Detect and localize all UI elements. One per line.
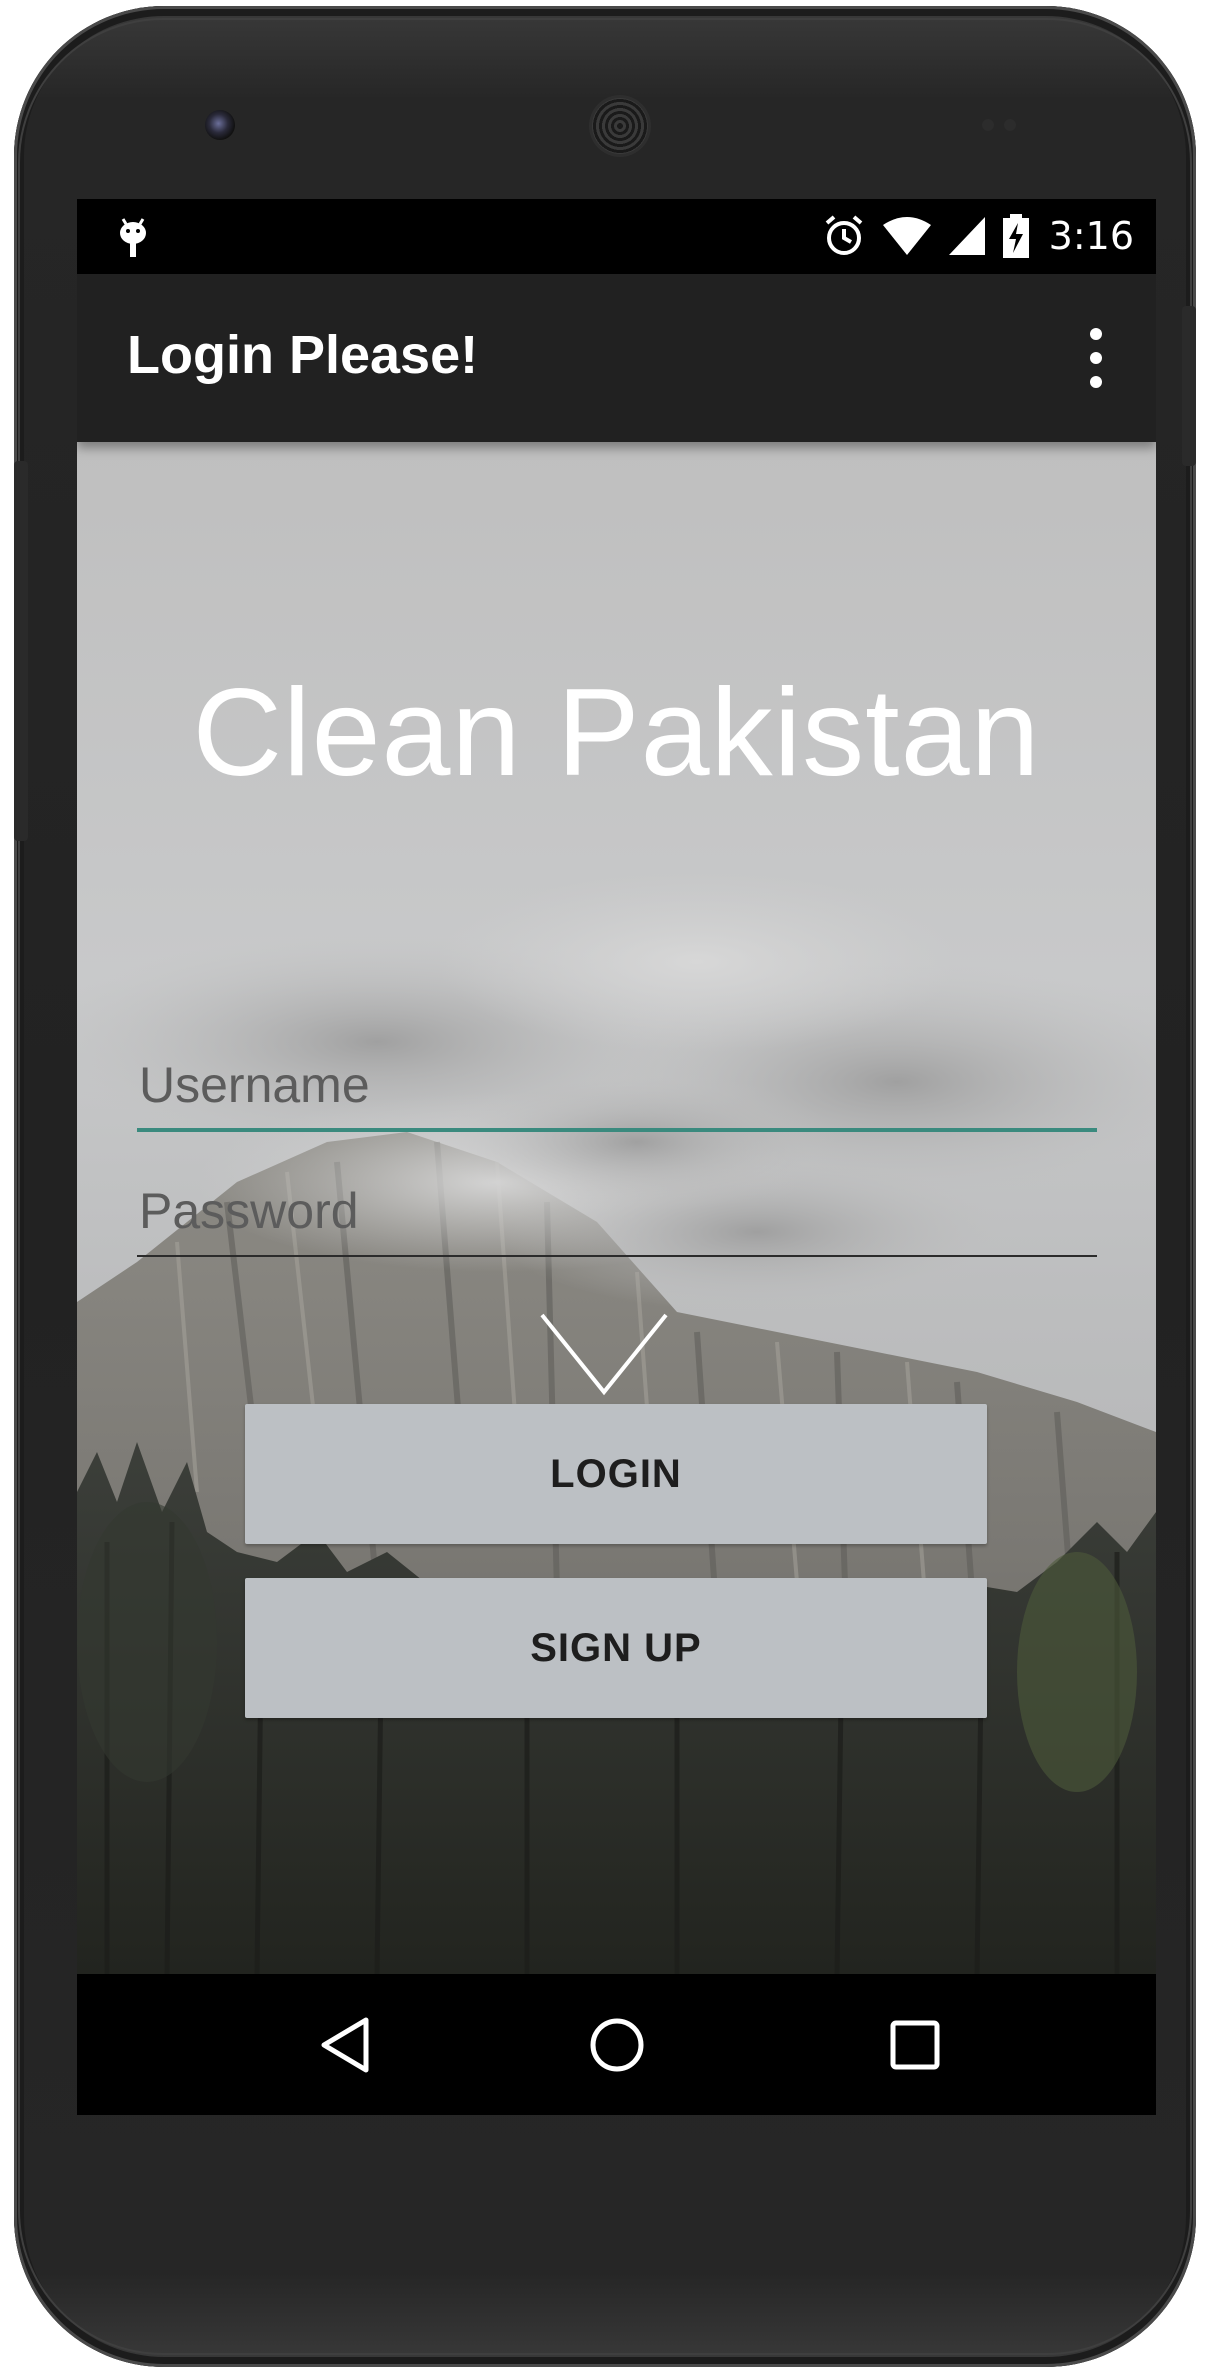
- screen: 3:16 Login Please! Clean Pakistan Userna…: [77, 199, 1156, 2115]
- front-camera: [205, 110, 235, 140]
- alarm-icon: [825, 215, 862, 255]
- volume-button: [14, 461, 28, 841]
- home-icon[interactable]: [582, 2010, 652, 2080]
- recents-icon[interactable]: [880, 2010, 950, 2080]
- phone-frame: 3:16 Login Please! Clean Pakistan Userna…: [14, 6, 1196, 2367]
- login-content: Clean Pakistan LOGIN SIGN UP: [77, 442, 1156, 1974]
- navigation-bar: [77, 1974, 1156, 2115]
- earpiece-speaker: [592, 98, 648, 154]
- back-icon[interactable]: [312, 2010, 382, 2080]
- more-vert-icon[interactable]: [1076, 328, 1116, 388]
- app-bar: Login Please!: [77, 274, 1156, 442]
- battery-charging-icon: [1002, 214, 1029, 258]
- signal-icon: [948, 217, 985, 255]
- power-button: [1182, 306, 1196, 466]
- android-icon: [120, 218, 146, 257]
- sign-up-button[interactable]: SIGN UP: [245, 1578, 987, 1718]
- password-field[interactable]: [137, 1167, 1097, 1257]
- status-icons: 3:16: [821, 211, 1134, 261]
- clock: 3:16: [1048, 214, 1134, 258]
- app-heading: Clean Pakistan: [192, 664, 1041, 802]
- chevron-down-icon: [540, 1313, 668, 1396]
- wifi-icon: [882, 217, 931, 255]
- proximity-sensor: [982, 116, 1042, 131]
- username-field[interactable]: [137, 1042, 1097, 1132]
- app-title: Login Please!: [127, 325, 479, 385]
- login-button[interactable]: LOGIN: [245, 1404, 987, 1544]
- status-bar: 3:16: [77, 199, 1156, 274]
